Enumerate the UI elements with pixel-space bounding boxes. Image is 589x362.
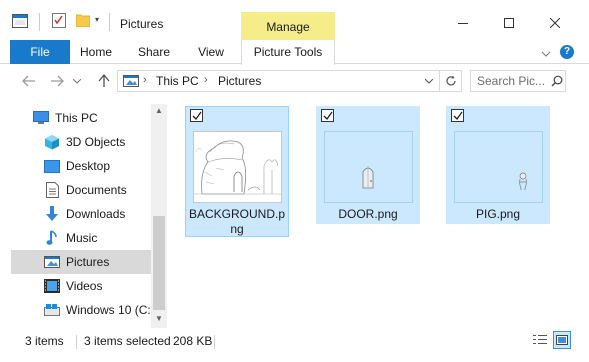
address-bar[interactable]: › This PC › Pictures bbox=[117, 70, 440, 92]
checkbox-icon[interactable] bbox=[451, 109, 464, 122]
nav-item-music[interactable]: Music bbox=[11, 226, 151, 250]
nav-item-label: Documents bbox=[66, 183, 127, 197]
file-tile-door[interactable]: DOOR.png bbox=[316, 106, 420, 224]
help-icon[interactable]: ? bbox=[560, 45, 574, 59]
nav-item-label: Windows 10 (C:) bbox=[66, 303, 155, 317]
thumbnail-background bbox=[193, 131, 282, 203]
navigation-bar: › This PC › Pictures Search Pic... bbox=[0, 64, 589, 100]
navigation-pane: This PC 3D Objects Desktop Documents Dow… bbox=[0, 104, 168, 328]
videos-icon bbox=[44, 278, 60, 294]
thumbnail-pig bbox=[454, 131, 543, 203]
pictures-icon bbox=[44, 254, 60, 270]
tab-home[interactable]: Home bbox=[70, 40, 122, 64]
breadcrumb-separator-icon[interactable]: › bbox=[204, 74, 208, 86]
recent-locations-button[interactable] bbox=[72, 72, 82, 90]
item-count: 3 items bbox=[25, 334, 64, 348]
breadcrumb-separator-icon: › bbox=[143, 74, 147, 86]
file-name: BACKGROUND.p ng bbox=[188, 207, 286, 236]
minimize-button[interactable] bbox=[440, 8, 486, 38]
thumbnail-door bbox=[324, 131, 413, 203]
file-tile-pig[interactable]: PIG.png bbox=[446, 106, 550, 224]
breadcrumb-this-pc[interactable]: This PC bbox=[156, 74, 199, 88]
close-button[interactable] bbox=[532, 8, 578, 38]
desktop-icon bbox=[44, 158, 60, 174]
nav-item-label: Desktop bbox=[66, 159, 111, 173]
selection-count: 3 items selected bbox=[84, 334, 171, 348]
scrollbar-thumb[interactable] bbox=[153, 216, 165, 310]
3d-objects-icon bbox=[44, 134, 60, 150]
music-icon bbox=[44, 230, 60, 246]
nav-item-desktop[interactable]: Desktop bbox=[11, 154, 151, 178]
search-box[interactable]: Search Pic... bbox=[470, 70, 566, 92]
nav-item-label: Music bbox=[66, 231, 98, 245]
nav-item-label: Pictures bbox=[66, 255, 110, 269]
file-name: PIG.png bbox=[475, 207, 521, 221]
nav-item-pictures[interactable]: Pictures bbox=[11, 250, 151, 274]
tab-picture-tools[interactable]: Picture Tools bbox=[241, 40, 335, 65]
refresh-button[interactable] bbox=[440, 70, 462, 92]
pictures-location-icon bbox=[123, 75, 139, 90]
details-view-button[interactable] bbox=[531, 331, 549, 349]
window-title: Pictures bbox=[120, 17, 164, 31]
checkbox-icon[interactable] bbox=[321, 109, 334, 122]
selection-size: 208 KB bbox=[173, 334, 213, 348]
ribbon-tabs: File Home Share View Picture Tools ? bbox=[0, 40, 589, 65]
search-icon[interactable] bbox=[551, 75, 563, 90]
nav-pane-scrollbar[interactable]: ▲ ▼ bbox=[151, 104, 167, 328]
expand-ribbon-icon[interactable] bbox=[541, 46, 551, 60]
status-bar: 3 items 3 items selected 208 KB bbox=[0, 328, 589, 362]
back-button[interactable] bbox=[20, 72, 38, 90]
checkbox-icon[interactable] bbox=[190, 109, 203, 122]
customize-quick-access-icon[interactable]: ▾ bbox=[95, 15, 99, 24]
nav-item-label: 3D Objects bbox=[66, 135, 126, 149]
drive-icon bbox=[44, 302, 60, 318]
nav-item-label: Downloads bbox=[66, 207, 126, 221]
properties-icon[interactable] bbox=[52, 12, 66, 31]
nav-item-this-pc[interactable]: This PC bbox=[11, 106, 151, 130]
explorer-window-icon[interactable] bbox=[12, 14, 28, 31]
breadcrumb-pictures[interactable]: Pictures bbox=[218, 74, 261, 88]
downloads-icon bbox=[44, 206, 60, 222]
nav-item-label: Videos bbox=[66, 279, 103, 293]
computer-icon bbox=[33, 110, 49, 126]
tab-file[interactable]: File bbox=[10, 40, 70, 64]
large-icons-view-button[interactable] bbox=[553, 331, 571, 349]
nav-item-documents[interactable]: Documents bbox=[11, 178, 151, 202]
nav-item-downloads[interactable]: Downloads bbox=[11, 202, 151, 226]
nav-item-label: This PC bbox=[55, 111, 98, 125]
up-button[interactable] bbox=[95, 72, 113, 90]
tab-view[interactable]: View bbox=[185, 40, 237, 64]
file-tile-background[interactable]: BACKGROUND.p ng bbox=[185, 106, 289, 237]
manage-tab-group: Manage bbox=[241, 12, 335, 40]
tab-share[interactable]: Share bbox=[128, 40, 180, 64]
forward-button[interactable] bbox=[48, 72, 66, 90]
new-folder-icon[interactable] bbox=[75, 13, 91, 30]
nav-item-3d-objects[interactable]: 3D Objects bbox=[11, 130, 151, 154]
file-name: DOOR.png bbox=[338, 207, 398, 221]
scroll-up-icon[interactable]: ▲ bbox=[155, 106, 163, 115]
documents-icon bbox=[44, 182, 60, 198]
title-bar: ▾ Pictures Manage bbox=[0, 0, 589, 40]
nav-item-windows-c-drive[interactable]: Windows 10 (C:) bbox=[11, 298, 155, 322]
nav-item-videos[interactable]: Videos bbox=[11, 274, 151, 298]
search-input[interactable]: Search Pic... bbox=[477, 74, 545, 88]
address-dropdown-icon[interactable] bbox=[424, 76, 434, 86]
maximize-button[interactable] bbox=[486, 8, 532, 38]
scroll-down-icon[interactable]: ▼ bbox=[155, 314, 163, 323]
